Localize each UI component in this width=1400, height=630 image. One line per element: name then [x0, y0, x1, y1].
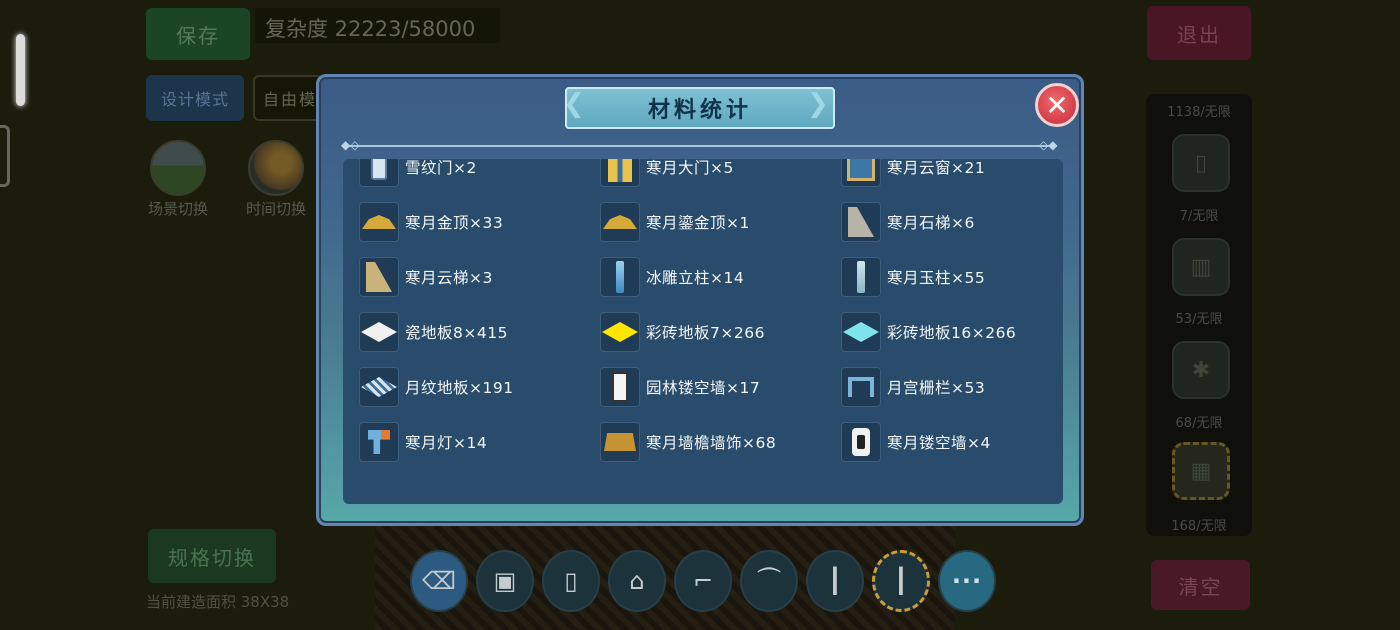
roof-icon [603, 215, 637, 229]
garden-icon [612, 372, 628, 402]
tile-cyan-icon [843, 322, 879, 342]
material-item: 寒月镂空墙×4 [841, 422, 1059, 462]
material-item: 寒月云梯×3 [359, 257, 600, 297]
material-item: 寒月玉柱×55 [841, 257, 1059, 297]
material-stats-dialog: 材料统计 ❮ ❯ ◆◇ ◇◆ ✕ 雪纹门×2 寒月大门×5 寒月云窗×21 寒月金顶×… [316, 74, 1084, 526]
divider-diamond-icon: ◇◆ [1039, 138, 1058, 152]
material-grid: 雪纹门×2 寒月大门×5 寒月云窗×21 寒月金顶×33 寒月鎏金顶×1 寒月石梯×6 寒月… [359, 159, 1059, 462]
material-item-label: 瓷地板8×415 [405, 324, 508, 342]
lamp-icon [368, 430, 390, 454]
material-item-label: 寒月金顶×33 [405, 214, 504, 232]
title-divider [349, 145, 1057, 147]
material-item: 彩砖地板16×266 [841, 312, 1059, 352]
material-item-label: 月纹地板×191 [405, 379, 514, 397]
material-item-label: 寒月玉柱×55 [887, 269, 986, 287]
right-ornament-icon: ❯ [807, 89, 829, 119]
material-item: 寒月金顶×33 [359, 202, 600, 242]
stair-icon [848, 207, 874, 237]
material-thumbnail-icon [359, 202, 399, 242]
material-item-label: 寒月鎏金顶×1 [646, 214, 750, 232]
material-item: 月宫栅栏×53 [841, 367, 1059, 407]
material-thumbnail-icon [359, 367, 399, 407]
material-item-label: 雪纹门×2 [405, 159, 477, 177]
material-item: 寒月墙檐墙饰×68 [600, 422, 841, 462]
material-thumbnail-icon [600, 257, 640, 297]
material-thumbnail-icon [600, 159, 640, 187]
tile-yellow-icon [602, 322, 638, 342]
left-ornament-icon: ❮ [563, 89, 585, 119]
material-item: 寒月石梯×6 [841, 202, 1059, 242]
material-thumbnail-icon [600, 312, 640, 352]
pillar-icon [616, 261, 624, 293]
material-item-label: 寒月云梯×3 [405, 269, 493, 287]
material-item-label: 寒月云窗×21 [887, 159, 986, 177]
cloudstair-icon [366, 262, 392, 292]
material-item-label: 彩砖地板16×266 [887, 324, 1017, 342]
roof-icon [362, 215, 396, 229]
material-thumbnail-icon [841, 367, 881, 407]
material-thumbnail-icon [841, 257, 881, 297]
hollow-icon [852, 428, 870, 456]
material-thumbnail-icon [359, 257, 399, 297]
material-item-label: 寒月大门×5 [646, 159, 734, 177]
eave-icon [604, 433, 636, 451]
material-thumbnail-icon [600, 202, 640, 242]
tile-moon-icon [361, 377, 397, 397]
material-thumbnail-icon [841, 422, 881, 462]
material-thumbnail-icon [841, 312, 881, 352]
material-thumbnail-icon [359, 159, 399, 187]
material-item-label: 园林镂空墙×17 [646, 379, 761, 397]
material-item: 彩砖地板7×266 [600, 312, 841, 352]
tile-white-icon [361, 322, 397, 342]
material-item: 寒月鎏金顶×1 [600, 202, 841, 242]
material-item: 雪纹门×2 [359, 159, 600, 187]
material-list[interactable]: 雪纹门×2 寒月大门×5 寒月云窗×21 寒月金顶×33 寒月鎏金顶×1 寒月石梯×6 寒月… [343, 159, 1063, 504]
dialog-title: 材料统计 [565, 87, 835, 129]
material-item: 寒月灯×14 [359, 422, 600, 462]
material-item-label: 冰雕立柱×14 [646, 269, 745, 287]
material-item-label: 寒月镂空墙×4 [887, 434, 991, 452]
close-icon[interactable]: ✕ [1035, 83, 1079, 127]
material-item: 寒月大门×5 [600, 159, 841, 187]
pillar2-icon [857, 261, 865, 293]
material-item: 瓷地板8×415 [359, 312, 600, 352]
window-icon [847, 159, 875, 181]
material-item-label: 寒月墙檐墙饰×68 [646, 434, 777, 452]
material-item-label: 寒月灯×14 [405, 434, 488, 452]
material-item: 寒月云窗×21 [841, 159, 1059, 187]
fence-icon [848, 377, 874, 397]
divider-diamond-icon: ◆◇ [341, 138, 360, 152]
material-thumbnail-icon [600, 422, 640, 462]
material-item-label: 月宫栅栏×53 [887, 379, 986, 397]
door-icon [371, 159, 387, 180]
material-item-label: 寒月石梯×6 [887, 214, 975, 232]
material-thumbnail-icon [359, 312, 399, 352]
material-thumbnail-icon [359, 422, 399, 462]
material-thumbnail-icon [841, 202, 881, 242]
material-item: 园林镂空墙×17 [600, 367, 841, 407]
gate-icon [608, 159, 632, 182]
material-thumbnail-icon [841, 159, 881, 187]
material-item-label: 彩砖地板7×266 [646, 324, 765, 342]
material-item: 冰雕立柱×14 [600, 257, 841, 297]
material-thumbnail-icon [600, 367, 640, 407]
material-item: 月纹地板×191 [359, 367, 600, 407]
